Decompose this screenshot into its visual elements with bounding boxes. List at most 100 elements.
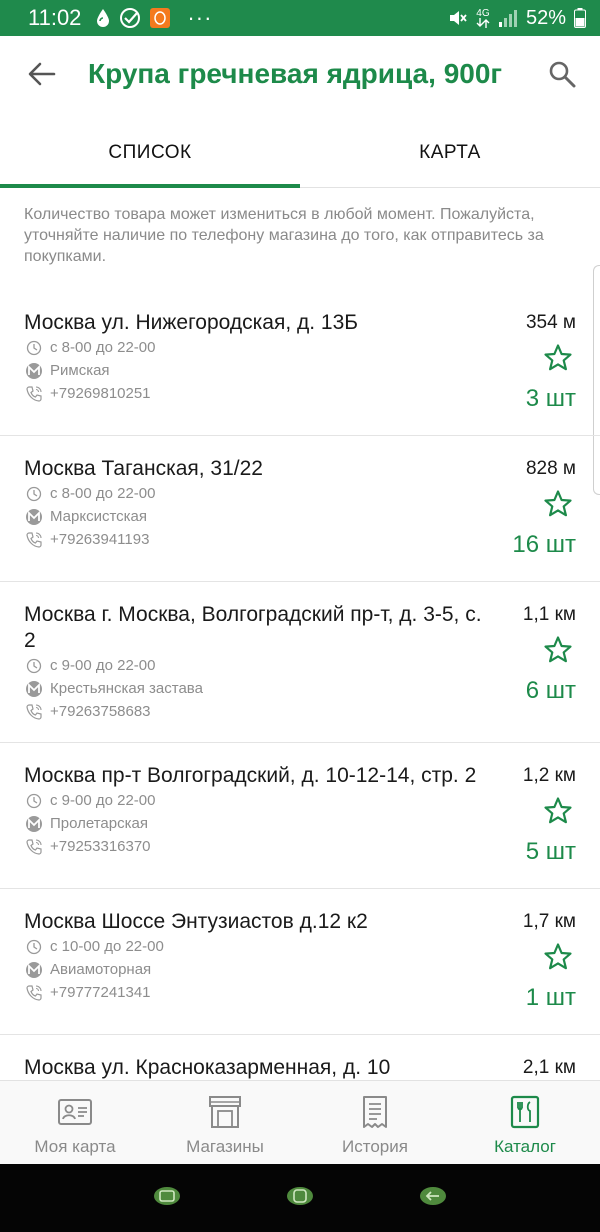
store-phone[interactable]: +79777241341 (50, 984, 151, 1001)
search-button[interactable] (544, 58, 580, 94)
receipt-icon (356, 1093, 394, 1131)
mts-icon (149, 7, 171, 29)
store-metro-row: Римская (24, 359, 576, 382)
phone-icon (24, 530, 44, 550)
favorite-button[interactable] (542, 635, 574, 670)
store-metro: Марксистская (50, 508, 148, 525)
store-metro-row: Авиамоторная (24, 958, 576, 981)
store-list-item[interactable]: Москва Шоссе Энтузиастов д.12 к2 с 10-00… (0, 889, 600, 1035)
store-address: Москва ул. Нижегородская, д. 13Б (24, 311, 359, 334)
search-icon (548, 60, 576, 93)
bottom-navigation: Моя карта Магазины История Каталог (0, 1080, 600, 1164)
store-distance: 354 м (525, 312, 576, 333)
battery-percent: 52% (525, 6, 566, 29)
store-right-column: 354 м 3 шт (526, 310, 576, 414)
store-hours-row: с 10-00 до 22-00 (24, 935, 576, 958)
store-phone-row[interactable]: +79777241341 (24, 981, 576, 1004)
store-phone-row[interactable]: +79253316370 (24, 835, 576, 858)
store-metro: Пролетарская (50, 815, 148, 832)
store-list-item[interactable]: Москва Таганская, 31/22 с 8-00 до 22-00 … (0, 436, 600, 582)
recent-apps-button[interactable] (150, 1185, 184, 1211)
star-icon (543, 343, 573, 378)
status-bar: 11:02 ··· 4G 52% (0, 0, 600, 36)
store-metro: Римская (50, 362, 110, 379)
store-phone-row[interactable]: +79269810251 (24, 382, 576, 405)
tab-list[interactable]: СПИСОК (0, 118, 300, 188)
store-right-column: 1,2 км 5 шт (523, 763, 576, 867)
network-type-label: 4G (476, 7, 490, 19)
store-quantity: 3 шт (525, 385, 576, 412)
store-quantity: 16 шт (512, 531, 576, 558)
nav-label: Моя карта (34, 1137, 116, 1156)
nav-label: Каталог (494, 1137, 556, 1156)
store-right-column: 828 м 16 шт (512, 456, 576, 560)
store-list-item[interactable]: Москва ул. Красноказарменная, д. 10 2,1 … (0, 1035, 600, 1080)
drop-icon (95, 8, 111, 28)
store-hours: с 10-00 до 22-00 (50, 938, 164, 955)
star-icon (543, 635, 573, 670)
store-phone[interactable]: +79269810251 (50, 385, 151, 402)
store-right-column: 1,7 км 1 шт (523, 909, 576, 1013)
status-system-icons: 4G 52% (448, 7, 586, 30)
phone-icon (24, 837, 44, 857)
system-back-button[interactable] (416, 1185, 450, 1211)
metro-icon (24, 814, 44, 834)
store-metro: Авиамоторная (50, 961, 152, 978)
system-navigation-bar (0, 1164, 600, 1232)
clock-icon (24, 656, 44, 676)
status-notification-icons: ··· (95, 7, 212, 29)
store-right-column: 1,1 км 6 шт (523, 602, 576, 706)
battery-icon (574, 8, 586, 28)
store-phone[interactable]: +79253316370 (50, 838, 151, 855)
more-notifications-indicator: ··· (187, 5, 213, 30)
favorite-button[interactable] (542, 942, 574, 977)
back-button[interactable] (24, 58, 60, 94)
store-quantity: 1 шт (525, 984, 576, 1011)
metro-icon (24, 679, 44, 699)
star-icon (543, 489, 573, 524)
metro-icon (24, 960, 44, 980)
store-metro: Крестьянская застава (50, 680, 203, 697)
phone-icon (24, 702, 44, 722)
favorite-button[interactable] (542, 489, 574, 524)
store-hours-row: с 8-00 до 22-00 (24, 336, 576, 359)
nav-my-card[interactable]: Моя карта (0, 1081, 150, 1164)
store-hours: с 9-00 до 22-00 (50, 657, 156, 674)
store-metro-row: Пролетарская (24, 812, 576, 835)
store-address: Москва ул. Красноказарменная, д. 10 (24, 1056, 391, 1079)
status-time: 11:02 (28, 5, 82, 30)
home-button[interactable] (283, 1185, 317, 1211)
favorite-button[interactable] (542, 343, 574, 378)
store-distance: 2,1 км (522, 1057, 576, 1078)
phone-icon (24, 384, 44, 404)
nav-catalog[interactable]: Каталог (450, 1081, 600, 1164)
home-icon (285, 1185, 315, 1212)
sber-icon (119, 7, 141, 29)
store-metro-row: Марксистская (24, 505, 576, 528)
store-phone[interactable]: +79263941193 (50, 531, 149, 548)
nav-history[interactable]: История (300, 1081, 450, 1164)
page-title: Крупа гречневая ядрица, 900г (88, 58, 503, 89)
store-list-item[interactable]: Москва г. Москва, Волгоградский пр-т, д.… (0, 582, 600, 743)
store-list: Москва ул. Нижегородская, д. 13Б с 8-00 … (0, 290, 600, 1080)
store-address: Москва Шоссе Энтузиастов д.12 к2 (24, 910, 368, 933)
view-tabs: СПИСОК КАРТА (0, 118, 600, 188)
store-phone[interactable]: +79263758683 (50, 703, 151, 720)
tab-map[interactable]: КАРТА (300, 118, 600, 187)
nav-stores[interactable]: Магазины (150, 1081, 300, 1164)
catalog-icon (506, 1093, 544, 1131)
store-phone-row[interactable]: +79263941193 (24, 528, 576, 551)
clock-icon (24, 791, 44, 811)
clock-icon (24, 484, 44, 504)
store-right-column: 2,1 км (523, 1055, 576, 1080)
store-phone-row[interactable]: +79263758683 (24, 700, 576, 723)
mute-icon (448, 8, 468, 28)
store-list-item[interactable]: Москва ул. Нижегородская, д. 13Б с 8-00 … (0, 290, 600, 436)
nav-label: Магазины (186, 1137, 264, 1156)
favorite-button[interactable] (542, 796, 574, 829)
star-icon (543, 942, 573, 977)
store-distance: 1,1 км (522, 604, 576, 625)
store-list-item[interactable]: Москва пр-т Волгоградский, д. 10-12-14, … (0, 743, 600, 889)
store-icon (206, 1093, 244, 1131)
clock-icon (24, 338, 44, 358)
